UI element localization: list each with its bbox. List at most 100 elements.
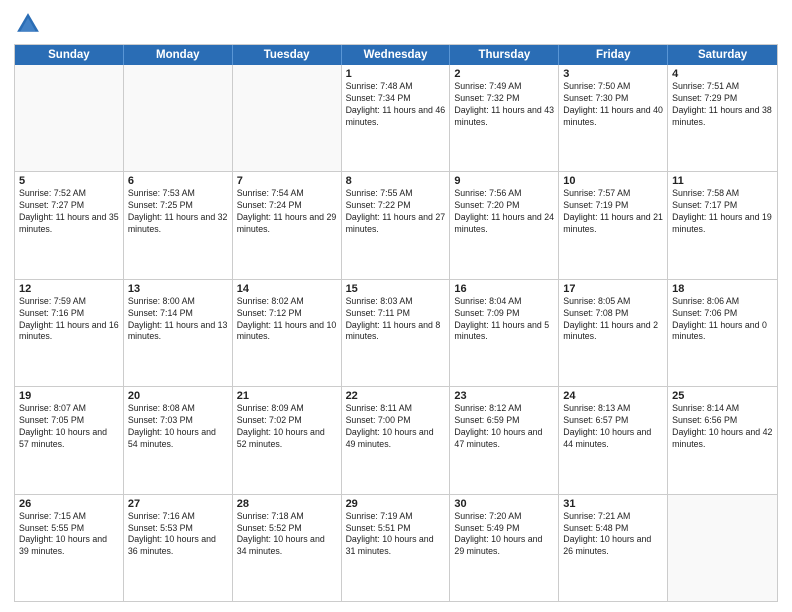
page: SundayMondayTuesdayWednesdayThursdayFrid… (0, 0, 792, 612)
empty-cell (668, 495, 777, 601)
day-number: 3 (563, 68, 663, 80)
calendar-body: 1Sunrise: 7:48 AM Sunset: 7:34 PM Daylig… (15, 65, 777, 601)
day-number: 16 (454, 283, 554, 295)
day-cell-13: 13Sunrise: 8:00 AM Sunset: 7:14 PM Dayli… (124, 280, 233, 386)
day-cell-6: 6Sunrise: 7:53 AM Sunset: 7:25 PM Daylig… (124, 172, 233, 278)
day-cell-29: 29Sunrise: 7:19 AM Sunset: 5:51 PM Dayli… (342, 495, 451, 601)
day-cell-2: 2Sunrise: 7:49 AM Sunset: 7:32 PM Daylig… (450, 65, 559, 171)
day-info: Sunrise: 7:21 AM Sunset: 5:48 PM Dayligh… (563, 511, 663, 559)
header-day-saturday: Saturday (668, 45, 777, 65)
day-cell-24: 24Sunrise: 8:13 AM Sunset: 6:57 PM Dayli… (559, 387, 668, 493)
day-number: 6 (128, 175, 228, 187)
header-day-tuesday: Tuesday (233, 45, 342, 65)
empty-cell (124, 65, 233, 171)
day-info: Sunrise: 7:51 AM Sunset: 7:29 PM Dayligh… (672, 81, 773, 129)
day-cell-20: 20Sunrise: 8:08 AM Sunset: 7:03 PM Dayli… (124, 387, 233, 493)
day-info: Sunrise: 8:03 AM Sunset: 7:11 PM Dayligh… (346, 296, 446, 344)
day-number: 14 (237, 283, 337, 295)
day-number: 24 (563, 390, 663, 402)
day-number: 15 (346, 283, 446, 295)
logo (14, 10, 46, 38)
day-number: 31 (563, 498, 663, 510)
day-info: Sunrise: 8:13 AM Sunset: 6:57 PM Dayligh… (563, 403, 663, 451)
day-info: Sunrise: 8:04 AM Sunset: 7:09 PM Dayligh… (454, 296, 554, 344)
day-info: Sunrise: 7:56 AM Sunset: 7:20 PM Dayligh… (454, 188, 554, 236)
day-number: 30 (454, 498, 554, 510)
day-info: Sunrise: 7:54 AM Sunset: 7:24 PM Dayligh… (237, 188, 337, 236)
day-cell-26: 26Sunrise: 7:15 AM Sunset: 5:55 PM Dayli… (15, 495, 124, 601)
day-info: Sunrise: 8:00 AM Sunset: 7:14 PM Dayligh… (128, 296, 228, 344)
day-cell-5: 5Sunrise: 7:52 AM Sunset: 7:27 PM Daylig… (15, 172, 124, 278)
week-row-4: 19Sunrise: 8:07 AM Sunset: 7:05 PM Dayli… (15, 387, 777, 494)
day-number: 22 (346, 390, 446, 402)
day-info: Sunrise: 7:19 AM Sunset: 5:51 PM Dayligh… (346, 511, 446, 559)
day-info: Sunrise: 7:57 AM Sunset: 7:19 PM Dayligh… (563, 188, 663, 236)
day-cell-25: 25Sunrise: 8:14 AM Sunset: 6:56 PM Dayli… (668, 387, 777, 493)
day-number: 29 (346, 498, 446, 510)
day-info: Sunrise: 7:53 AM Sunset: 7:25 PM Dayligh… (128, 188, 228, 236)
day-cell-11: 11Sunrise: 7:58 AM Sunset: 7:17 PM Dayli… (668, 172, 777, 278)
week-row-1: 1Sunrise: 7:48 AM Sunset: 7:34 PM Daylig… (15, 65, 777, 172)
day-cell-22: 22Sunrise: 8:11 AM Sunset: 7:00 PM Dayli… (342, 387, 451, 493)
day-number: 18 (672, 283, 773, 295)
day-info: Sunrise: 8:11 AM Sunset: 7:00 PM Dayligh… (346, 403, 446, 451)
week-row-5: 26Sunrise: 7:15 AM Sunset: 5:55 PM Dayli… (15, 495, 777, 601)
day-number: 11 (672, 175, 773, 187)
day-cell-15: 15Sunrise: 8:03 AM Sunset: 7:11 PM Dayli… (342, 280, 451, 386)
day-info: Sunrise: 7:20 AM Sunset: 5:49 PM Dayligh… (454, 511, 554, 559)
day-cell-16: 16Sunrise: 8:04 AM Sunset: 7:09 PM Dayli… (450, 280, 559, 386)
day-info: Sunrise: 7:58 AM Sunset: 7:17 PM Dayligh… (672, 188, 773, 236)
day-cell-9: 9Sunrise: 7:56 AM Sunset: 7:20 PM Daylig… (450, 172, 559, 278)
week-row-3: 12Sunrise: 7:59 AM Sunset: 7:16 PM Dayli… (15, 280, 777, 387)
day-info: Sunrise: 8:06 AM Sunset: 7:06 PM Dayligh… (672, 296, 773, 344)
day-cell-3: 3Sunrise: 7:50 AM Sunset: 7:30 PM Daylig… (559, 65, 668, 171)
empty-cell (15, 65, 124, 171)
day-cell-17: 17Sunrise: 8:05 AM Sunset: 7:08 PM Dayli… (559, 280, 668, 386)
day-cell-30: 30Sunrise: 7:20 AM Sunset: 5:49 PM Dayli… (450, 495, 559, 601)
day-cell-28: 28Sunrise: 7:18 AM Sunset: 5:52 PM Dayli… (233, 495, 342, 601)
day-info: Sunrise: 7:59 AM Sunset: 7:16 PM Dayligh… (19, 296, 119, 344)
day-info: Sunrise: 8:05 AM Sunset: 7:08 PM Dayligh… (563, 296, 663, 344)
day-cell-12: 12Sunrise: 7:59 AM Sunset: 7:16 PM Dayli… (15, 280, 124, 386)
day-info: Sunrise: 7:49 AM Sunset: 7:32 PM Dayligh… (454, 81, 554, 129)
day-number: 1 (346, 68, 446, 80)
day-number: 10 (563, 175, 663, 187)
day-number: 9 (454, 175, 554, 187)
header-day-thursday: Thursday (450, 45, 559, 65)
day-number: 28 (237, 498, 337, 510)
header-day-monday: Monday (124, 45, 233, 65)
calendar-header-row: SundayMondayTuesdayWednesdayThursdayFrid… (15, 45, 777, 65)
day-info: Sunrise: 8:02 AM Sunset: 7:12 PM Dayligh… (237, 296, 337, 344)
day-number: 20 (128, 390, 228, 402)
day-number: 23 (454, 390, 554, 402)
day-cell-18: 18Sunrise: 8:06 AM Sunset: 7:06 PM Dayli… (668, 280, 777, 386)
day-cell-8: 8Sunrise: 7:55 AM Sunset: 7:22 PM Daylig… (342, 172, 451, 278)
day-cell-4: 4Sunrise: 7:51 AM Sunset: 7:29 PM Daylig… (668, 65, 777, 171)
day-number: 8 (346, 175, 446, 187)
day-cell-1: 1Sunrise: 7:48 AM Sunset: 7:34 PM Daylig… (342, 65, 451, 171)
day-cell-27: 27Sunrise: 7:16 AM Sunset: 5:53 PM Dayli… (124, 495, 233, 601)
day-number: 19 (19, 390, 119, 402)
calendar: SundayMondayTuesdayWednesdayThursdayFrid… (14, 44, 778, 602)
day-cell-14: 14Sunrise: 8:02 AM Sunset: 7:12 PM Dayli… (233, 280, 342, 386)
day-number: 5 (19, 175, 119, 187)
day-cell-31: 31Sunrise: 7:21 AM Sunset: 5:48 PM Dayli… (559, 495, 668, 601)
day-info: Sunrise: 8:12 AM Sunset: 6:59 PM Dayligh… (454, 403, 554, 451)
day-info: Sunrise: 7:52 AM Sunset: 7:27 PM Dayligh… (19, 188, 119, 236)
day-info: Sunrise: 7:15 AM Sunset: 5:55 PM Dayligh… (19, 511, 119, 559)
day-info: Sunrise: 7:50 AM Sunset: 7:30 PM Dayligh… (563, 81, 663, 129)
header (14, 10, 778, 38)
day-cell-7: 7Sunrise: 7:54 AM Sunset: 7:24 PM Daylig… (233, 172, 342, 278)
day-cell-21: 21Sunrise: 8:09 AM Sunset: 7:02 PM Dayli… (233, 387, 342, 493)
week-row-2: 5Sunrise: 7:52 AM Sunset: 7:27 PM Daylig… (15, 172, 777, 279)
header-day-friday: Friday (559, 45, 668, 65)
day-info: Sunrise: 8:09 AM Sunset: 7:02 PM Dayligh… (237, 403, 337, 451)
header-day-sunday: Sunday (15, 45, 124, 65)
day-number: 27 (128, 498, 228, 510)
day-info: Sunrise: 8:14 AM Sunset: 6:56 PM Dayligh… (672, 403, 773, 451)
day-number: 21 (237, 390, 337, 402)
day-info: Sunrise: 7:16 AM Sunset: 5:53 PM Dayligh… (128, 511, 228, 559)
day-cell-10: 10Sunrise: 7:57 AM Sunset: 7:19 PM Dayli… (559, 172, 668, 278)
day-number: 13 (128, 283, 228, 295)
day-info: Sunrise: 7:18 AM Sunset: 5:52 PM Dayligh… (237, 511, 337, 559)
